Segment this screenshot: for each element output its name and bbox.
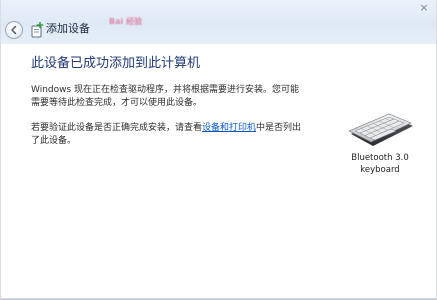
add-device-icon — [31, 22, 44, 38]
verify-text-before: 若要验证此设备是否正确完成安装，请查看 — [31, 123, 203, 133]
window-title: 添加设备 — [46, 22, 90, 35]
devices-and-printers-link[interactable]: 设备和打印机 — [202, 123, 256, 133]
watermark-text: Bai 经验 — [109, 17, 143, 26]
driver-check-message: Windows 现在正在检查驱动程序，并将根据需要进行安装。您可能需要等待此检查… — [31, 85, 300, 108]
add-device-window: 添加设备 Bai 经验 × 此设备已成功添加到此计算机 Windows 现在正在… — [0, 0, 437, 300]
watermark-logo: Bai 经验 — [109, 9, 157, 26]
back-arrow-icon — [11, 25, 17, 35]
back-button[interactable] — [5, 21, 23, 39]
device-name-line2: keyboard — [360, 165, 400, 175]
page-heading: 此设备已成功添加到此计算机 — [31, 56, 201, 71]
verify-install-message: 若要验证此设备是否正确完成安装，请查看设备和打印机中是否列出了此设备。 — [31, 122, 306, 147]
keyboard-icon — [348, 113, 413, 146]
bottom-divider — [1, 298, 436, 299]
device-name: Bluetooth 3.0 keyboard — [337, 152, 423, 176]
close-icon: × — [419, 1, 429, 14]
close-button[interactable]: × — [418, 2, 430, 14]
title-bar: 添加设备 Bai 经验 × — [1, 0, 436, 44]
device-name-line1: Bluetooth 3.0 — [351, 153, 409, 163]
device-tile: Bluetooth 3.0 keyboard — [337, 112, 423, 176]
